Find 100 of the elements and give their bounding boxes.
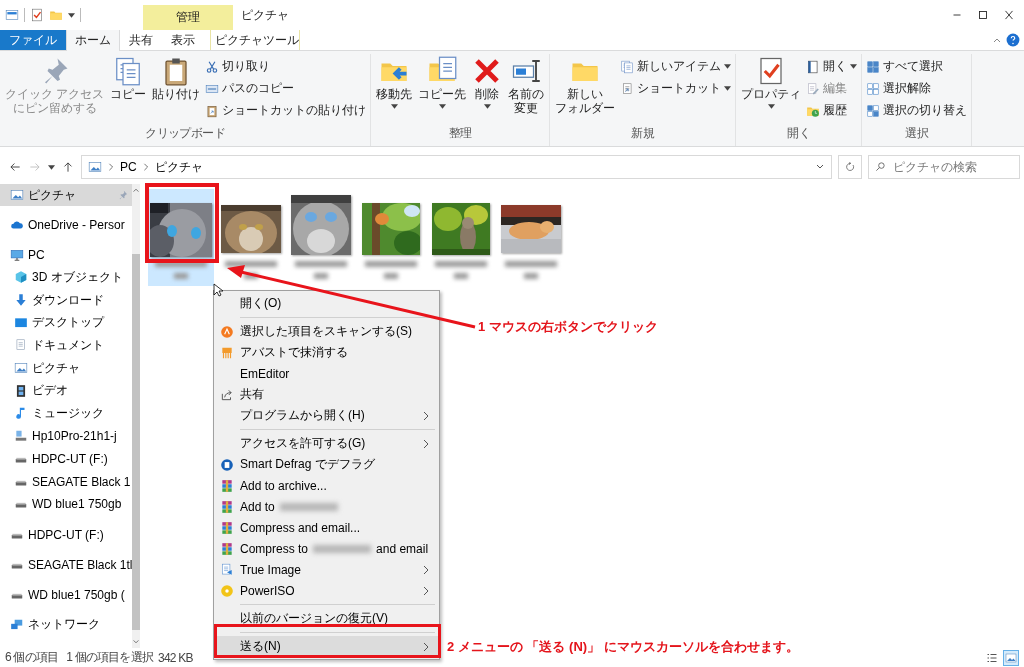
nav-item[interactable]: OneDrive - Persor bbox=[0, 214, 133, 236]
close-icon[interactable] bbox=[1002, 8, 1016, 22]
menu-item[interactable]: EmEditor bbox=[214, 363, 439, 384]
document-icon bbox=[14, 338, 28, 353]
group-label: クリップボード bbox=[144, 125, 227, 142]
properties-icon[interactable] bbox=[30, 8, 44, 22]
scrollbar[interactable] bbox=[132, 184, 141, 648]
ribbon-button[interactable]: 削除 bbox=[469, 54, 506, 111]
menu-item[interactable]: アクセスを許可する(G) bbox=[214, 433, 439, 454]
selection-size: 342 KB bbox=[158, 650, 193, 665]
menu-item[interactable]: アバストで抹消する bbox=[214, 342, 439, 363]
select-none-icon bbox=[866, 81, 881, 96]
ribbon-button[interactable]: 選択の切り替え bbox=[864, 100, 970, 121]
menu-item[interactable]: 選択した項目をスキャンする(S) bbox=[214, 321, 439, 342]
ribbon-button[interactable]: 履歴 bbox=[804, 100, 860, 121]
address-bar[interactable]: PC ピクチャ bbox=[81, 155, 832, 179]
defrag-logo-icon bbox=[220, 457, 234, 472]
ribbon-tab[interactable]: ホーム bbox=[66, 30, 120, 51]
image-icon bbox=[14, 361, 28, 376]
nav-item[interactable]: Hp10Pro-21h1-j bbox=[0, 424, 133, 448]
menu-item[interactable]: 開く(O) bbox=[214, 293, 439, 314]
explorer-app-icon[interactable] bbox=[5, 8, 19, 22]
share-icon bbox=[220, 387, 234, 402]
annotation-text: 2 メニューの 「送る (N)」 にマウスカーソルを合わせます。 bbox=[447, 638, 799, 656]
ribbon-button[interactable]: パスのコピー bbox=[203, 78, 369, 99]
ribbon-button[interactable]: 新しいアイテム bbox=[618, 56, 734, 77]
caret-icon[interactable] bbox=[68, 12, 75, 18]
nav-item[interactable]: SEAGATE Black 1 bbox=[0, 470, 133, 493]
nav-item[interactable]: PC bbox=[0, 244, 133, 266]
annotation-text: 1 マウスの右ボタンでクリック bbox=[478, 318, 658, 336]
menu-item[interactable]: Compress and email... bbox=[214, 517, 439, 538]
menu-item[interactable]: PowerISO bbox=[214, 580, 439, 601]
scissors-icon bbox=[205, 59, 220, 74]
nav-item[interactable]: 3D オブジェクト bbox=[0, 266, 133, 289]
ribbon-tab[interactable]: ファイル bbox=[0, 30, 66, 50]
nav-item[interactable]: WD blue1 750gb bbox=[0, 492, 133, 516]
thumbnail-view-button[interactable] bbox=[1003, 649, 1019, 666]
search-field[interactable]: ピクチャの検索 bbox=[868, 155, 1020, 179]
select-all-icon bbox=[866, 59, 881, 74]
blurred-caption bbox=[295, 261, 347, 267]
menu-item[interactable]: Smart Defrag でデフラグ bbox=[214, 454, 439, 475]
nav-item[interactable]: ドキュメント bbox=[0, 334, 133, 357]
blurred-caption bbox=[155, 261, 207, 267]
menu-item[interactable]: Compress to and email bbox=[214, 538, 439, 559]
scroll-down-icon bbox=[132, 638, 141, 646]
ribbon-button[interactable]: すべて選択 bbox=[864, 56, 970, 77]
menu-item[interactable]: Add to bbox=[214, 496, 439, 517]
menu-item[interactable]: True Image bbox=[214, 559, 439, 580]
nav-item[interactable]: WD blue1 750gb ( bbox=[0, 583, 133, 606]
group-label: 新規 bbox=[630, 125, 656, 142]
archive-books-icon bbox=[220, 541, 234, 556]
menu-item[interactable]: Add to archive... bbox=[214, 475, 439, 496]
nav-item[interactable]: ネットワーク bbox=[0, 613, 133, 636]
menu-item[interactable]: 共有 bbox=[214, 384, 439, 405]
cube-icon bbox=[14, 270, 28, 285]
archive-books-icon bbox=[220, 499, 234, 514]
ribbon-button[interactable]: 移動先 bbox=[373, 54, 416, 111]
ribbon-button[interactable]: 選択解除 bbox=[864, 78, 970, 99]
nav-item[interactable]: ピクチャ bbox=[0, 184, 133, 206]
menu-item[interactable]: 以前のバージョンの復元(V) bbox=[214, 608, 439, 629]
scroll-up-icon bbox=[132, 186, 141, 194]
back-arrow-icon[interactable] bbox=[8, 160, 22, 174]
ribbon-button[interactable]: ショートカット bbox=[618, 78, 734, 99]
nav-item[interactable]: ピクチャ bbox=[0, 356, 133, 380]
image-icon bbox=[1005, 651, 1017, 664]
nav-item[interactable]: ダウンロード bbox=[0, 288, 133, 312]
ribbon-button[interactable]: 開く bbox=[804, 56, 860, 77]
ribbon-button[interactable]: コピー先 bbox=[415, 54, 470, 111]
music-note-icon bbox=[14, 406, 28, 421]
contextual-tab-group: 管理 bbox=[143, 5, 233, 30]
shortcut-icon bbox=[620, 81, 635, 96]
network-computer-icon bbox=[14, 429, 28, 444]
ribbon-button[interactable]: 名前の 変更 bbox=[505, 54, 548, 118]
ribbon-button[interactable]: ショートカットの貼り付け bbox=[203, 100, 369, 121]
ribbon-button[interactable]: 新しい フォルダー bbox=[552, 54, 619, 118]
breadcrumb[interactable]: ピクチャ bbox=[154, 158, 203, 176]
blurred-caption bbox=[174, 273, 188, 279]
ribbon-tab[interactable]: ピクチャツール bbox=[210, 30, 300, 50]
ribbon-button[interactable]: 切り取り bbox=[203, 56, 369, 77]
caret-icon[interactable] bbox=[48, 164, 55, 170]
blurred-caption bbox=[384, 273, 398, 279]
breadcrumb[interactable]: PC bbox=[120, 160, 137, 174]
ribbon-button[interactable]: 貼り付け bbox=[149, 54, 204, 104]
ribbon-button[interactable]: コピー bbox=[107, 54, 150, 104]
window-title: ピクチャ bbox=[241, 6, 289, 24]
open-icon bbox=[806, 59, 821, 74]
nav-item[interactable]: HDPC-UT (F:) bbox=[0, 523, 133, 546]
nav-item[interactable]: HDPC-UT (F:) bbox=[0, 447, 133, 471]
nav-item[interactable]: ミュージック bbox=[0, 402, 133, 425]
nav-item[interactable]: SEAGATE Black 1tl bbox=[0, 553, 133, 576]
search-icon bbox=[875, 161, 886, 172]
help-icon[interactable] bbox=[1006, 33, 1020, 47]
refresh-icon bbox=[844, 161, 856, 173]
file-tile[interactable] bbox=[148, 189, 214, 286]
blurred-caption bbox=[314, 273, 328, 279]
nav-item[interactable]: ビデオ bbox=[0, 379, 133, 403]
nav-item[interactable]: デスクトップ bbox=[0, 311, 133, 335]
maximize-icon[interactable] bbox=[976, 8, 990, 22]
menu-item[interactable]: プログラムから開く(H) bbox=[214, 405, 439, 426]
ribbon-button[interactable]: プロパティ bbox=[738, 54, 805, 111]
